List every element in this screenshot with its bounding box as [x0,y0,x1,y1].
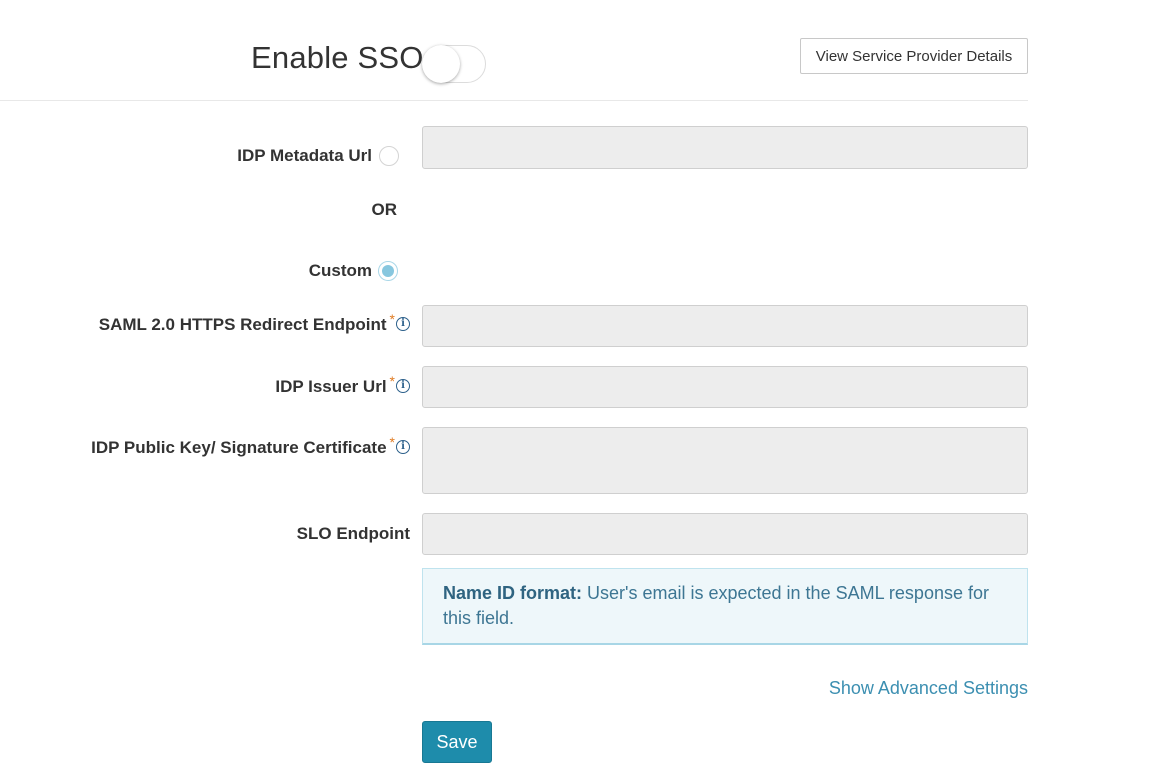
idp-metadata-url-radio[interactable] [379,146,399,166]
public-key-textarea[interactable] [422,427,1028,494]
saml-endpoint-label-group: SAML 2.0 HTTPS Redirect Endpoint * i [98,311,410,335]
custom-radio[interactable] [378,261,398,281]
view-service-provider-details-button[interactable]: View Service Provider Details [800,38,1028,74]
saml-endpoint-label: SAML 2.0 HTTPS Redirect Endpoint [98,315,387,334]
required-marker: * [389,434,395,450]
slo-endpoint-label: SLO Endpoint [296,524,410,543]
issuer-url-label: IDP Issuer Url [275,377,387,396]
required-marker: * [389,311,395,327]
idp-metadata-url-label: IDP Metadata Url [237,146,372,165]
saml-endpoint-input[interactable] [422,305,1028,347]
idp-metadata-url-input[interactable] [422,126,1028,169]
info-icon[interactable]: i [396,378,410,393]
issuer-url-input[interactable] [422,366,1028,408]
notice-title: Name ID format: [443,583,583,603]
header-divider [0,100,1028,101]
page-title: Enable SSO [251,40,424,75]
info-icon[interactable]: i [396,439,410,454]
show-advanced-settings-link[interactable]: Show Advanced Settings [829,678,1028,699]
info-icon[interactable]: i [396,316,410,331]
toggle-knob [422,45,460,83]
sso-settings-page: Enable SSO View Service Provider Details… [0,0,1176,779]
public-key-label: IDP Public Key/ Signature Certificate [91,438,387,457]
save-button[interactable]: Save [422,721,492,763]
required-marker: * [389,373,395,389]
slo-endpoint-input[interactable] [422,513,1028,555]
name-id-format-notice: Name ID format: User's email is expected… [422,568,1028,645]
enable-sso-toggle[interactable] [422,45,486,83]
or-separator: OR [371,200,398,219]
issuer-url-label-group: IDP Issuer Url * i [275,373,410,397]
public-key-label-group: IDP Public Key/ Signature Certificate * i [91,434,410,458]
custom-label: Custom [308,261,372,280]
